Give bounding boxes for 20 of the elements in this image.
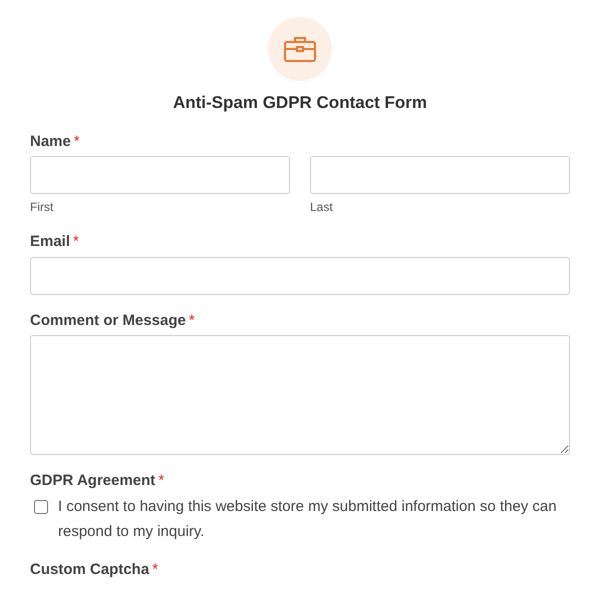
checkbox[interactable] bbox=[34, 500, 48, 514]
required-mark: * bbox=[73, 233, 79, 250]
field-label: Name bbox=[30, 132, 71, 150]
required-mark: * bbox=[158, 472, 164, 489]
field-label: Comment or Message bbox=[30, 312, 186, 328]
input-field[interactable] bbox=[30, 256, 570, 294]
form-title: Anti-Spam GDPR Contact Form bbox=[172, 92, 428, 114]
field-label: Email bbox=[30, 233, 70, 250]
field-label: GDPR Agreement bbox=[30, 472, 156, 489]
required-mark: * bbox=[188, 312, 195, 328]
message-field[interactable] bbox=[30, 335, 570, 455]
required-mark: * bbox=[74, 132, 80, 150]
briefcase-icon bbox=[284, 36, 316, 62]
input-field[interactable] bbox=[30, 156, 290, 194]
consent-text: I consent to having this website store my submitted information so they can respond to my inquiry. bbox=[58, 496, 558, 542]
input-field[interactable] bbox=[310, 156, 570, 194]
required-mark: * bbox=[152, 560, 158, 578]
field-label: Custom Captcha bbox=[30, 560, 150, 578]
sublabel: First bbox=[30, 199, 54, 216]
sublabel: Last bbox=[310, 199, 334, 216]
